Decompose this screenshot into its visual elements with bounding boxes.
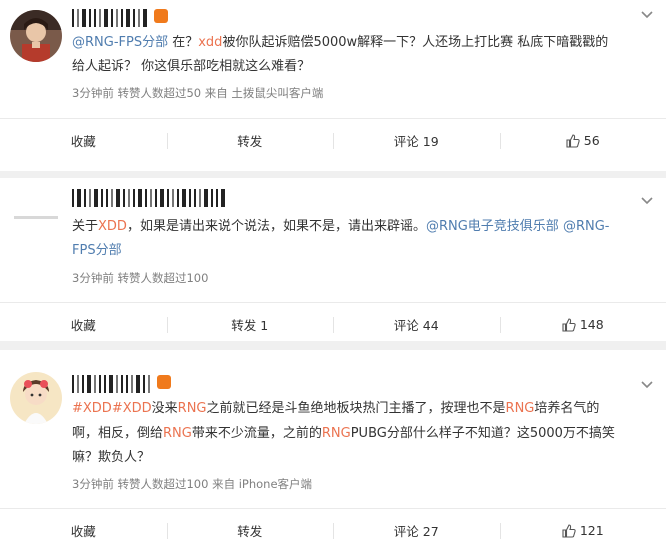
like-button[interactable]: 121 (499, 509, 666, 550)
comment-label: 评论 44 (393, 318, 439, 333)
like-count: 56 (583, 133, 600, 148)
post-card: #XDD#XDD没来RNG之前就已经是斗鱼绝地板块热门主播了，按理也不是RNG培… (0, 350, 666, 550)
forward-label: 转发 (237, 524, 263, 539)
post-actions: 收藏 转发 1 评论 44 148 (0, 302, 666, 346)
thumbs-up-icon (566, 133, 580, 148)
forward-button[interactable]: 转发 1 (166, 303, 334, 346)
username-redacted[interactable] (72, 4, 168, 28)
like-button[interactable]: 148 (499, 303, 666, 346)
post-text-line-1: 关于XDD，如果是请出来说个说法，如果不是，请出来辟谣。@RNG电子竞技俱乐部 … (72, 216, 652, 238)
text-span: 啊，相反，倒给 (72, 426, 164, 441)
like-count: 121 (579, 523, 604, 538)
text-span: ，如果是请出来说个说法，如果不是，请出来辟谣。 (126, 219, 426, 234)
like-count: 148 (579, 317, 604, 332)
forward-button[interactable]: 转发 (166, 509, 334, 550)
collect-button[interactable]: 收藏 (0, 509, 167, 550)
username-redacted[interactable] (72, 184, 228, 208)
comment-label: 评论 19 (393, 134, 439, 149)
keyword-link[interactable]: RNG (163, 426, 192, 441)
post-text-line-3: 嘛？欺负人？ (72, 447, 652, 469)
text-span: 给人起诉？ 你这俱乐部吃相就这么难看？ (72, 59, 311, 74)
comment-label: 评论 27 (393, 524, 439, 539)
text-span: 被你队起诉赔偿5000w解释一下？人还场上打比赛 私底下暗戳戳的 (222, 35, 609, 50)
keyword-link[interactable]: RNG (322, 426, 351, 441)
forward-label: 转发 (237, 134, 263, 149)
post-actions: 收藏 转发 评论 19 56 (0, 118, 666, 162)
post-card: @RNG-FPS分部 在？xdd被你队起诉赔偿5000w解释一下？人还场上打比赛… (0, 0, 666, 171)
post-text-line-1: @RNG-FPS分部 在？xdd被你队起诉赔偿5000w解释一下？人还场上打比赛… (72, 32, 652, 54)
mention-link[interactable]: @RNG电子竞技俱乐部 (426, 219, 559, 234)
post-actions: 收藏 转发 评论 27 121 (0, 508, 666, 550)
collect-button[interactable]: 收藏 (0, 303, 167, 346)
comment-button[interactable]: 评论 44 (333, 303, 500, 346)
vip-badge-icon (157, 375, 171, 389)
collect-label: 收藏 (70, 524, 96, 539)
collect-label: 收藏 (70, 134, 96, 149)
comment-button[interactable]: 评论 19 (333, 119, 500, 162)
text-span: 在？ (168, 35, 199, 50)
text-span: 关于 (72, 219, 99, 234)
username-redacted[interactable] (72, 370, 171, 394)
keyword-link[interactable]: RNG (506, 401, 535, 416)
chevron-down-icon[interactable] (640, 194, 654, 208)
collect-label: 收藏 (70, 318, 96, 333)
like-button[interactable]: 56 (499, 119, 666, 162)
avatar[interactable] (10, 192, 62, 244)
chevron-down-icon[interactable] (640, 8, 654, 22)
avatar[interactable] (10, 10, 62, 62)
thumbs-up-icon (562, 523, 576, 538)
text-span: 带来不少流量，之前的 (191, 426, 322, 441)
keyword-link[interactable]: RNG (178, 401, 207, 416)
card-separator (0, 341, 666, 350)
post-card: 关于XDD，如果是请出来说个说法，如果不是，请出来辟谣。@RNG电子竞技俱乐部 … (0, 178, 666, 341)
post-text-line-2: 给人起诉？ 你这俱乐部吃相就这么难看？ (72, 56, 652, 78)
keyword-link[interactable]: XDD (98, 219, 127, 234)
card-separator (0, 171, 666, 178)
post-text-line-1: #XDD#XDD没来RNG之前就已经是斗鱼绝地板块热门主播了，按理也不是RNG培… (72, 398, 652, 420)
collect-button[interactable]: 收藏 (0, 119, 167, 162)
text-span: PUBG分部什么样子不知道？这5000万不搞笑 (350, 426, 615, 441)
text-span: 培养名气的 (534, 401, 600, 416)
hashtag-link[interactable]: #XDD# (72, 401, 123, 416)
redacted-name-barcode (72, 371, 153, 393)
keyword-link[interactable]: XDD (123, 401, 152, 416)
weibo-comment-feed: @RNG-FPS分部 在？xdd被你队起诉赔偿5000w解释一下？人还场上打比赛… (0, 0, 666, 550)
vip-badge-icon (154, 9, 168, 23)
chevron-down-icon[interactable] (640, 378, 654, 392)
redacted-name-barcode (72, 5, 150, 27)
redacted-name-barcode (72, 185, 228, 207)
post-text-line-2: FPS分部 (72, 240, 652, 262)
forward-button[interactable]: 转发 (166, 119, 334, 162)
post-meta: 3分钟前 转赞人数超过100 (72, 271, 209, 285)
keyword-link[interactable]: xdd (198, 35, 222, 50)
mention-link[interactable]: FPS分部 (72, 243, 122, 258)
mention-link[interactable]: @RNG-FPS分部 (72, 35, 168, 50)
text-span: 嘛？欺负人？ (72, 450, 151, 465)
mention-link[interactable]: @RNG- (563, 219, 610, 234)
avatar[interactable] (10, 372, 62, 424)
text-span: 之前就已经是斗鱼绝地板块热门主播了，按理也不是 (206, 401, 506, 416)
comment-button[interactable]: 评论 27 (333, 509, 500, 550)
post-text-line-2: 啊，相反，倒给RNG带来不少流量，之前的RNGPUBG分部什么样子不知道？这50… (72, 423, 652, 445)
forward-label: 转发 1 (231, 318, 269, 333)
post-meta: 3分钟前 转赞人数超过50 来自 土拨鼠尖叫客户端 (72, 86, 324, 100)
post-meta: 3分钟前 转赞人数超过100 来自 iPhone客户端 (72, 477, 313, 491)
thumbs-up-icon (562, 317, 576, 332)
text-span: 没来 (151, 401, 178, 416)
